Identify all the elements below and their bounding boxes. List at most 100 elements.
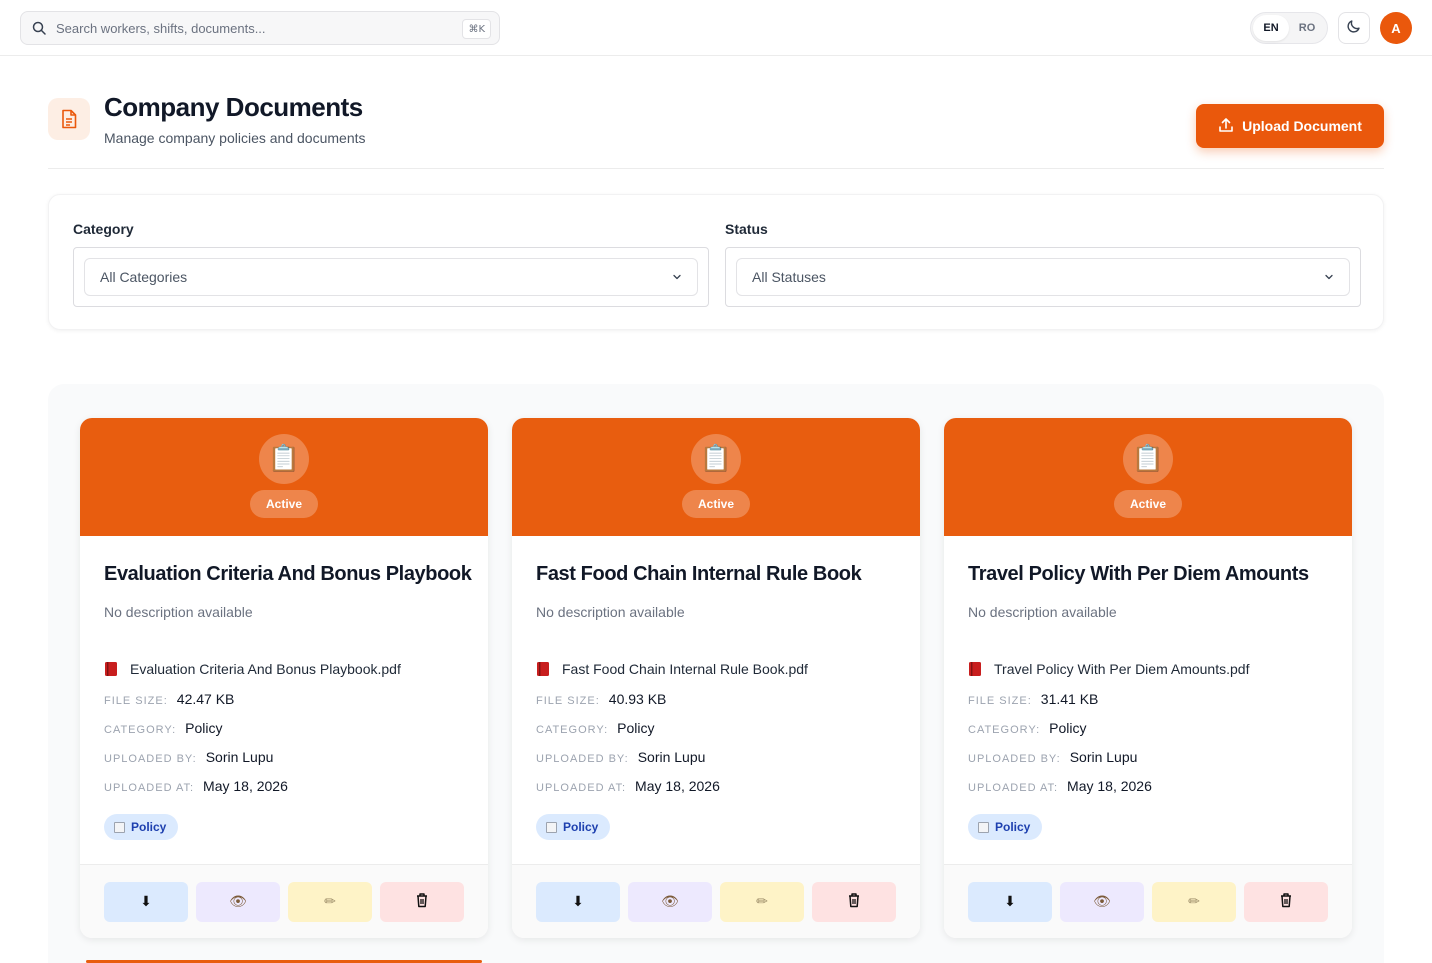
edit-button[interactable]: ✏: [1152, 882, 1236, 922]
view-button[interactable]: 👁: [1060, 882, 1144, 922]
trash-icon: [1279, 892, 1293, 912]
clipboard-icon: 📋: [1123, 434, 1173, 484]
document-card: 📋 Active Evaluation Criteria And Bonus P…: [80, 418, 488, 938]
status-filter: All Statuses: [725, 247, 1361, 307]
document-card: 📋 Active Travel Policy With Per Diem Amo…: [944, 418, 1352, 938]
search-bar[interactable]: ⌘K: [20, 11, 500, 45]
document-description: No description available: [968, 604, 1117, 620]
header-divider: [48, 168, 1384, 169]
uploaded-by-label: UPLOADED BY:: [968, 753, 1061, 765]
uploaded-by-value: Sorin Lupu: [205, 749, 274, 765]
category-tag: Policy: [536, 814, 611, 840]
pencil-icon: ✏: [1188, 894, 1200, 910]
download-icon: ⬇: [1004, 894, 1016, 910]
language-en-option[interactable]: EN: [1253, 15, 1289, 41]
book-icon: [104, 661, 118, 677]
document-title: Travel Policy With Per Diem Amounts: [968, 563, 1309, 585]
uploaded-by-value: Sorin Lupu: [637, 749, 706, 765]
uploaded-at-label: UPLOADED AT:: [536, 782, 627, 794]
category-filter: All Categories: [73, 247, 709, 307]
uploaded-by-row: UPLOADED BY: Sorin Lupu: [104, 749, 273, 765]
document-title: Fast Food Chain Internal Rule Book: [536, 563, 862, 585]
download-button[interactable]: ⬇: [968, 882, 1052, 922]
document-icon: [48, 98, 90, 140]
uploaded-by-row: UPLOADED BY: Sorin Lupu: [968, 749, 1137, 765]
view-button[interactable]: 👁: [196, 882, 280, 922]
category-row: CATEGORY: Policy: [536, 720, 655, 736]
delete-button[interactable]: [1244, 882, 1328, 922]
card-header: 📋 Active: [944, 418, 1352, 536]
file-size-row: FILE SIZE: 40.93 KB: [536, 691, 666, 707]
download-button[interactable]: ⬇: [104, 882, 188, 922]
file-size-value: 40.93 KB: [608, 691, 667, 707]
chevron-down-icon: [671, 270, 683, 286]
search-input[interactable]: [56, 20, 456, 36]
file-name-row[interactable]: Travel Policy With Per Diem Amounts.pdf: [968, 661, 1249, 677]
category-select-value: All Categories: [100, 269, 188, 285]
book-icon: [536, 661, 550, 677]
category-row: CATEGORY: Policy: [968, 720, 1087, 736]
delete-button[interactable]: [812, 882, 896, 922]
user-avatar[interactable]: A: [1380, 12, 1412, 44]
pencil-icon: ✏: [756, 894, 768, 910]
status-select[interactable]: All Statuses: [736, 258, 1350, 296]
filters-panel: Category All Categories Status All Statu…: [48, 194, 1384, 330]
category-filter-label: Category: [73, 221, 134, 237]
card-actions: ⬇ 👁 ✏: [80, 864, 488, 938]
category-value: Policy: [1049, 720, 1087, 736]
uploaded-by-row: UPLOADED BY: Sorin Lupu: [536, 749, 705, 765]
search-icon: [31, 20, 47, 36]
eye-icon: 👁: [229, 894, 247, 910]
theme-toggle-button[interactable]: [1338, 12, 1370, 44]
trash-icon: [847, 892, 861, 912]
uploaded-at-row: UPLOADED AT: May 18, 2026: [536, 778, 720, 794]
category-label: CATEGORY:: [104, 724, 177, 736]
uploaded-at-label: UPLOADED AT:: [968, 782, 1059, 794]
page-subtitle: Manage company policies and documents: [104, 130, 366, 146]
clipboard-icon: [978, 821, 989, 833]
language-ro-option[interactable]: RO: [1289, 15, 1325, 41]
moon-icon: [1346, 18, 1362, 39]
file-name: Evaluation Criteria And Bonus Playbook.p…: [130, 661, 401, 677]
delete-button[interactable]: [380, 882, 464, 922]
uploaded-at-row: UPLOADED AT: May 18, 2026: [968, 778, 1152, 794]
category-value: Policy: [617, 720, 655, 736]
status-select-value: All Statuses: [752, 269, 826, 285]
file-name: Fast Food Chain Internal Rule Book.pdf: [562, 661, 808, 677]
language-toggle: EN RO: [1250, 12, 1328, 44]
edit-button[interactable]: ✏: [720, 882, 804, 922]
download-icon: ⬇: [140, 894, 152, 910]
top-bar: ⌘K EN RO A: [0, 0, 1432, 56]
category-select[interactable]: All Categories: [84, 258, 698, 296]
file-size-label: FILE SIZE:: [536, 695, 600, 707]
category-label: CATEGORY:: [536, 724, 609, 736]
file-name-row[interactable]: Evaluation Criteria And Bonus Playbook.p…: [104, 661, 401, 677]
file-size-label: FILE SIZE:: [968, 695, 1032, 707]
clipboard-icon: 📋: [691, 434, 741, 484]
upload-icon: [1218, 117, 1234, 136]
category-tag-label: Policy: [563, 820, 599, 834]
category-tag-label: Policy: [131, 820, 167, 834]
category-value: Policy: [185, 720, 223, 736]
book-icon: [968, 661, 982, 677]
search-shortcut-badge: ⌘K: [462, 19, 491, 39]
edit-button[interactable]: ✏: [288, 882, 372, 922]
status-filter-label: Status: [725, 221, 768, 237]
upload-document-button[interactable]: Upload Document: [1196, 104, 1384, 148]
uploaded-at-value: May 18, 2026: [1067, 778, 1152, 794]
category-tag-label: Policy: [995, 820, 1031, 834]
category-row: CATEGORY: Policy: [104, 720, 223, 736]
pencil-icon: ✏: [324, 894, 336, 910]
file-name-row[interactable]: Fast Food Chain Internal Rule Book.pdf: [536, 661, 808, 677]
trash-icon: [415, 892, 429, 912]
clipboard-icon: [114, 821, 125, 833]
download-button[interactable]: ⬇: [536, 882, 620, 922]
uploaded-by-label: UPLOADED BY:: [536, 753, 629, 765]
category-tag: Policy: [104, 814, 179, 840]
uploaded-at-row: UPLOADED AT: May 18, 2026: [104, 778, 288, 794]
clipboard-icon: 📋: [259, 434, 309, 484]
card-actions: ⬇ 👁 ✏: [512, 864, 920, 938]
uploaded-at-label: UPLOADED AT:: [104, 782, 195, 794]
status-badge: Active: [682, 490, 750, 518]
view-button[interactable]: 👁: [628, 882, 712, 922]
